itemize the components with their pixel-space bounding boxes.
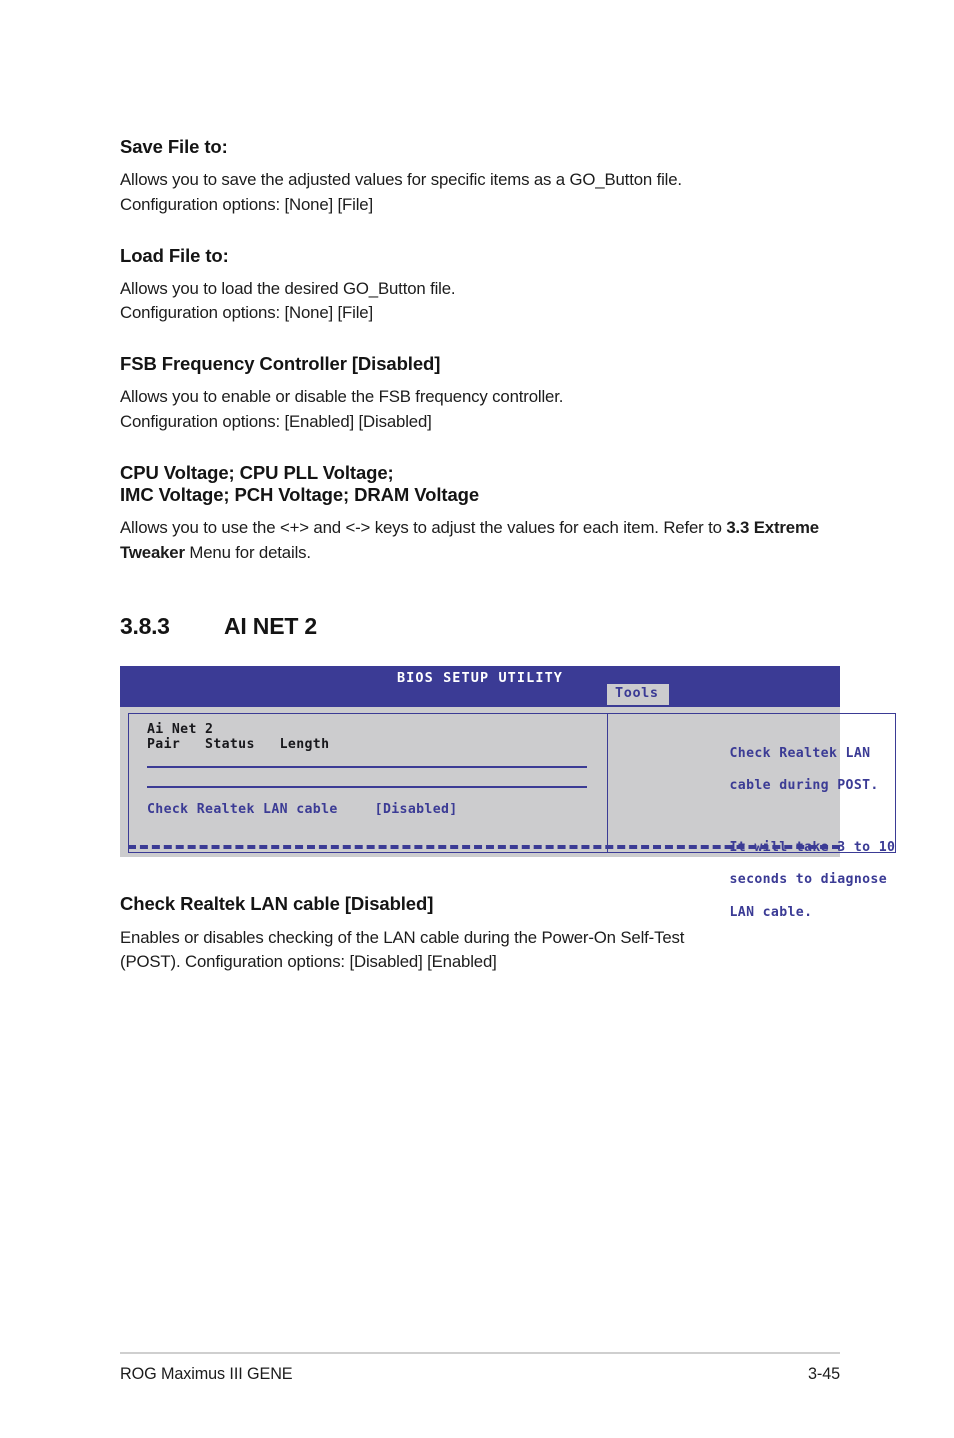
bios-setup-screenshot: BIOS SETUP UTILITY Tools Ai Net 2 Pair S…: [120, 666, 897, 920]
text-line: Allows you to save the adjusted values f…: [120, 170, 682, 190]
section-save-file-to: Save File to: Allows you to save the adj…: [120, 136, 840, 218]
heading-voltages-line2: IMC Voltage; PCH Voltage; DRAM Voltage: [120, 483, 480, 505]
footer-product-name: ROG Maximus III GENE: [120, 1365, 293, 1383]
text-line: Allows you to enable or disable the FSB …: [120, 387, 564, 407]
page-footer: ROG Maximus III GENE 3-45: [120, 1352, 840, 1384]
section-fsb-frequency-controller: FSB Frequency Controller [Disabled] Allo…: [120, 353, 840, 435]
paragraph-save-file-to: Allows you to save the adjusted values f…: [120, 168, 840, 217]
section-number: 3.8.3: [120, 613, 170, 640]
voltages-text-after: Menu for details.: [184, 542, 311, 562]
bios-title: BIOS SETUP UTILITY: [396, 670, 564, 687]
bios-header-bar: BIOS SETUP UTILITY Tools: [120, 666, 840, 708]
bios-setting-label: Check Realtek LAN cable: [147, 802, 338, 818]
heading-voltages-line1: CPU Voltage; CPU PLL Voltage;: [120, 461, 394, 483]
bios-setting-value[interactable]: [Disabled]: [375, 802, 458, 817]
voltages-text-before: Allows you to use the <+> and <-> keys t…: [120, 518, 727, 538]
heading-save-file-to: Save File to:: [120, 136, 228, 157]
bios-help-panel: Check Realtek LAN cable during POST. It …: [607, 713, 897, 920]
heading-voltages: CPU Voltage; CPU PLL Voltage; IMC Voltag…: [120, 462, 840, 506]
bios-help-paragraph-1: Check Realtek LAN cable during POST.: [630, 729, 895, 810]
bios-divider-bottom: [147, 786, 587, 789]
text-line: Configuration options: [Enabled] [Disabl…: [120, 412, 432, 431]
bios-setting-check-realtek-lan-cable[interactable]: Check Realtek LAN cable [Disabled]: [147, 802, 458, 818]
text-line: seconds to diagnose: [729, 872, 887, 888]
bios-tab-tools[interactable]: Tools: [607, 684, 669, 705]
bios-group-title: Ai Net 2: [147, 722, 214, 738]
text-line: Configuration options: [None] [File]: [120, 194, 373, 214]
footer-row: ROG Maximus III GENE 3-45: [120, 1365, 840, 1384]
page-content: Save File to: Allows you to save the adj…: [120, 136, 897, 1002]
text-line: Enables or disables checking of the LAN …: [120, 927, 685, 947]
section-title: AI NET 2: [224, 613, 317, 640]
footer-page-number: 3-45: [808, 1365, 840, 1383]
bios-dashed-separator: [128, 845, 840, 850]
bios-body: Ai Net 2 Pair Status Length Check Realte…: [120, 707, 897, 920]
text-line: cable during POST.: [729, 778, 879, 794]
text-line: Configuration options: [None] [File]: [120, 303, 373, 323]
text-line: Check Realtek LAN: [729, 745, 871, 761]
heading-fsb-frequency-controller: FSB Frequency Controller [Disabled]: [120, 353, 441, 375]
paragraph-load-file-to: Allows you to load the desired GO_Button…: [120, 277, 840, 326]
footer-divider: [120, 1352, 840, 1354]
section-load-file-to: Load File to: Allows you to load the des…: [120, 245, 840, 327]
text-line: Allows you to load the desired GO_Button…: [120, 278, 456, 298]
paragraph-fsb-frequency-controller: Allows you to enable or disable the FSB …: [120, 385, 840, 434]
paragraph-voltages: Allows you to use the <+> and <-> keys t…: [120, 516, 840, 565]
heading-load-file-to: Load File to:: [120, 244, 229, 266]
bios-divider-top: [147, 766, 587, 769]
section-voltages: CPU Voltage; CPU PLL Voltage; IMC Voltag…: [120, 462, 840, 566]
bios-main-panel: Ai Net 2 Pair Status Length Check Realte…: [128, 713, 607, 854]
bios-help-paragraph-2: It will take 3 to 10 seconds to diagnose…: [630, 824, 895, 938]
text-line: LAN cable.: [729, 904, 813, 920]
document-page: Save File to: Allows you to save the adj…: [0, 0, 954, 1438]
bios-help-spacer: [630, 811, 895, 824]
section-heading-ai-net-2: 3.8.3 AI NET 2: [120, 613, 840, 640]
bios-column-headers: Pair Status Length: [147, 737, 330, 753]
text-line: (POST). Configuration options: [Disabled…: [120, 952, 497, 972]
